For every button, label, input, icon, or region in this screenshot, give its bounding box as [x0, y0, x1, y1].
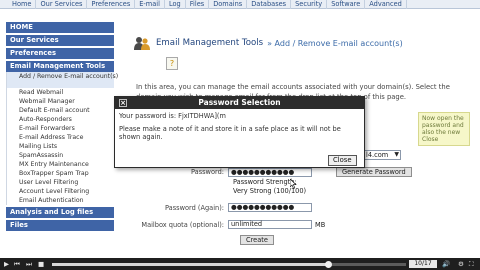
sidebar-item-spamassassin[interactable]: SpamAssassin [7, 151, 114, 160]
nav-software[interactable]: Software [327, 0, 366, 9]
domain-select[interactable]: l4.com ▼ [363, 150, 401, 160]
page-title: Email Management Tools » Add / Remove E-… [134, 36, 403, 50]
sidebar: HOME Our Services Preferences Email Mana… [6, 22, 118, 258]
video-player-bar: ▶ ⏮ ⏭ ■ 10/17 🔊 ⚙ ⛶ [0, 258, 480, 270]
nav-log[interactable]: Log [165, 0, 186, 9]
page-subtitle[interactable]: » Add / Remove E-mail account(s) [267, 39, 403, 48]
nav-security[interactable]: Security [291, 0, 328, 9]
play-icon[interactable]: ▶ [4, 260, 9, 268]
sidebar-item-user-filtering[interactable]: User Level Filtering [7, 178, 114, 187]
nav-advanced[interactable]: Advanced [365, 0, 407, 9]
sidebar-item-boxtrapper[interactable]: BoxTrapper Spam Trap [7, 169, 114, 178]
seek-progress [52, 263, 329, 266]
sidebar-section-our-services[interactable]: Our Services [6, 35, 114, 46]
strength-row: Password Strength: [233, 178, 297, 186]
strength-label: Password Strength: [233, 178, 297, 186]
dialog-note-line-1: Please make a note of it and store it in… [119, 125, 341, 133]
previous-icon[interactable]: ⏮ [14, 260, 20, 268]
quota-label: Mailbox quota (optional): [141, 220, 224, 229]
sidebar-item-mailing-lists[interactable]: Mailing Lists [7, 142, 114, 151]
nav-databases[interactable]: Databases [247, 0, 292, 9]
password-again-input[interactable]: ●●●●●●●●●●● [228, 203, 312, 212]
seek-handle[interactable] [325, 261, 333, 268]
page-title-text: Email Management Tools [156, 38, 264, 48]
dialog-close-button[interactable]: Close [328, 155, 357, 166]
create-row: Create [240, 235, 274, 245]
nav-home[interactable]: Home [0, 0, 37, 9]
password-again-label: Password (Again): [164, 203, 224, 212]
sidebar-item-webmail-manager[interactable]: Webmail Manager [7, 97, 114, 106]
time-readout: 10/17 [409, 260, 437, 268]
password-again-row: Password (Again): ●●●●●●●●●●● [116, 203, 312, 212]
sidebar-item-email-trace[interactable]: E-mail Address Trace [7, 133, 114, 142]
tutorial-callout: Now open the password and also the new C… [418, 112, 470, 146]
fullscreen-icon[interactable]: ⛶ [469, 260, 474, 268]
dialog-title: Password Selection [198, 98, 281, 107]
nav-our-services[interactable]: Our Services [36, 0, 88, 9]
quota-input[interactable]: unlimited [228, 220, 312, 229]
dialog-body: Your password is: FjxITDHWA](m Please ma… [115, 109, 364, 144]
quota-row: Mailbox quota (optional): unlimited MB [116, 220, 325, 229]
create-button[interactable]: Create [240, 235, 274, 245]
chevron-down-icon: ▼ [394, 151, 399, 158]
password-selection-dialog: × Password Selection Your password is: F… [114, 96, 365, 168]
dialog-titlebar: × Password Selection [115, 97, 364, 109]
password-input[interactable]: ●●●●●●●●●●● [228, 167, 312, 177]
sidebar-item-auto-responders[interactable]: Auto-Responders [7, 115, 114, 124]
top-navigation: Home Our Services Preferences E-mail Log… [0, 0, 480, 9]
users-icon [134, 36, 150, 50]
sidebar-email-list: Add / Remove E-mail account(s) Read Webm… [6, 72, 118, 205]
sidebar-section-home[interactable]: HOME [6, 22, 114, 33]
volume-icon[interactable]: 🔊 [442, 260, 450, 268]
nav-domains[interactable]: Domains [209, 0, 248, 9]
sidebar-section-preferences[interactable]: Preferences [6, 48, 114, 59]
generate-password-button[interactable]: Generate Password [336, 167, 412, 177]
intro-line-1: In this area, you can manage the email a… [136, 83, 450, 91]
sidebar-section-files[interactable]: Files [6, 220, 114, 231]
next-icon[interactable]: ⏭ [26, 260, 32, 268]
password-row: Password: ●●●●●●●●●●● Generate Password [116, 167, 412, 177]
sidebar-section-email-tools[interactable]: Email Management Tools [6, 61, 114, 72]
help-tip-icon[interactable]: ? [166, 57, 178, 70]
sidebar-item-email-authentication[interactable]: Email Authentication [7, 196, 114, 205]
seek-track[interactable] [52, 261, 406, 268]
dialog-password-line: Your password is: FjxITDHWA](m [119, 112, 226, 120]
sidebar-item-add-remove-email[interactable]: Add / Remove E-mail account(s) [7, 72, 118, 88]
sidebar-item-account-filtering[interactable]: Account Level Filtering [7, 187, 114, 196]
sidebar-item-email-forwarders[interactable]: E-mail Forwarders [7, 124, 114, 133]
close-icon[interactable]: × [119, 99, 127, 107]
password-label: Password: [190, 168, 224, 176]
nav-email[interactable]: E-mail [135, 0, 165, 9]
stop-icon[interactable]: ■ [38, 260, 44, 268]
settings-icon[interactable]: ⚙ [458, 260, 464, 268]
mouse-cursor-icon [290, 179, 297, 189]
sidebar-section-analysis[interactable]: Analysis and Log files [6, 207, 114, 218]
quota-unit: MB [315, 220, 326, 229]
nav-preferences[interactable]: Preferences [87, 0, 136, 9]
nav-files[interactable]: Files [186, 0, 210, 9]
dialog-note-line-2: shown again. [119, 133, 163, 141]
sidebar-item-read-webmail[interactable]: Read Webmail [7, 88, 114, 97]
sidebar-item-default-email[interactable]: Default E-mail account [7, 106, 114, 115]
sidebar-item-mx-entry[interactable]: MX Entry Maintenance [7, 160, 114, 169]
domain-select-value: l4.com [366, 151, 389, 159]
